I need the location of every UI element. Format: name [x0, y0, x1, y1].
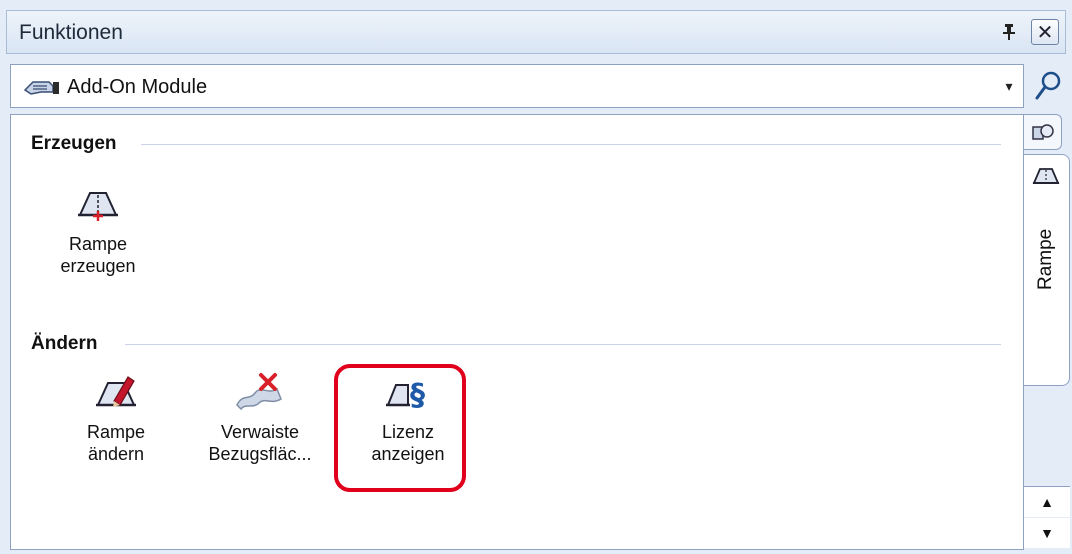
search-button[interactable]: [1030, 64, 1066, 108]
tool-label-line1: Rampe: [68, 234, 128, 254]
arrow-down-icon: ▼: [1040, 525, 1054, 541]
objects-icon: [1031, 124, 1054, 140]
pin-icon[interactable]: [999, 21, 1019, 43]
tool-label-line2: erzeugen: [60, 256, 136, 276]
group-divider: [141, 144, 1001, 145]
ramp-create-icon: [78, 192, 118, 221]
orphan-surface-delete-icon: [236, 373, 282, 411]
tool-label-line2: Bezugsfläc...: [208, 444, 312, 464]
tool-orphan-surfaces[interactable]: Verwaiste Bezugsfläc...: [195, 371, 325, 465]
tool-label-line2: ändern: [87, 444, 145, 464]
module-dropdown-value: Add-On Module: [67, 76, 208, 98]
arrow-up-icon: ▲: [1040, 494, 1054, 510]
ramp-icon: [1032, 168, 1060, 184]
tab-ramp-label: Rampe: [1035, 228, 1056, 290]
tab-ramp[interactable]: Rampe: [1024, 154, 1070, 386]
highlight-annotation: [334, 364, 466, 492]
ramp-edit-icon: [96, 376, 136, 407]
scroll-down-button[interactable]: ▼: [1024, 518, 1070, 548]
panel-title: Funktionen: [19, 21, 123, 44]
module-dropdown[interactable]: Add-On Module ▾: [10, 64, 1024, 108]
search-icon: [1035, 71, 1061, 100]
close-button[interactable]: ✕: [1031, 19, 1059, 45]
tool-ramp-edit[interactable]: Rampe ändern: [51, 371, 181, 465]
panel-titlebar[interactable]: Funktionen ✕: [6, 10, 1066, 54]
module-hand-icon: [23, 81, 59, 95]
tool-ramp-create[interactable]: Rampe erzeugen: [33, 187, 163, 277]
tab-objects[interactable]: [1024, 114, 1062, 150]
side-tabstrip: Rampe ▲ ▼: [1024, 114, 1070, 550]
chevron-down-icon[interactable]: ▾: [995, 65, 1023, 107]
close-icon: ✕: [1036, 21, 1054, 44]
group-heading-create: Erzeugen: [31, 133, 117, 154]
group-divider: [125, 344, 1001, 345]
tool-label-line1: Verwaiste: [220, 422, 300, 442]
group-heading-modify: Ändern: [31, 333, 98, 354]
functions-content: Erzeugen Rampe erzeugen Ändern Rampe änd…: [10, 114, 1024, 550]
tool-label-line1: Rampe: [86, 422, 146, 442]
scroll-up-button[interactable]: ▲: [1024, 486, 1070, 517]
functions-panel: Funktionen ✕ Add-On Module ▾ Erzeugen Ra…: [0, 0, 1072, 554]
